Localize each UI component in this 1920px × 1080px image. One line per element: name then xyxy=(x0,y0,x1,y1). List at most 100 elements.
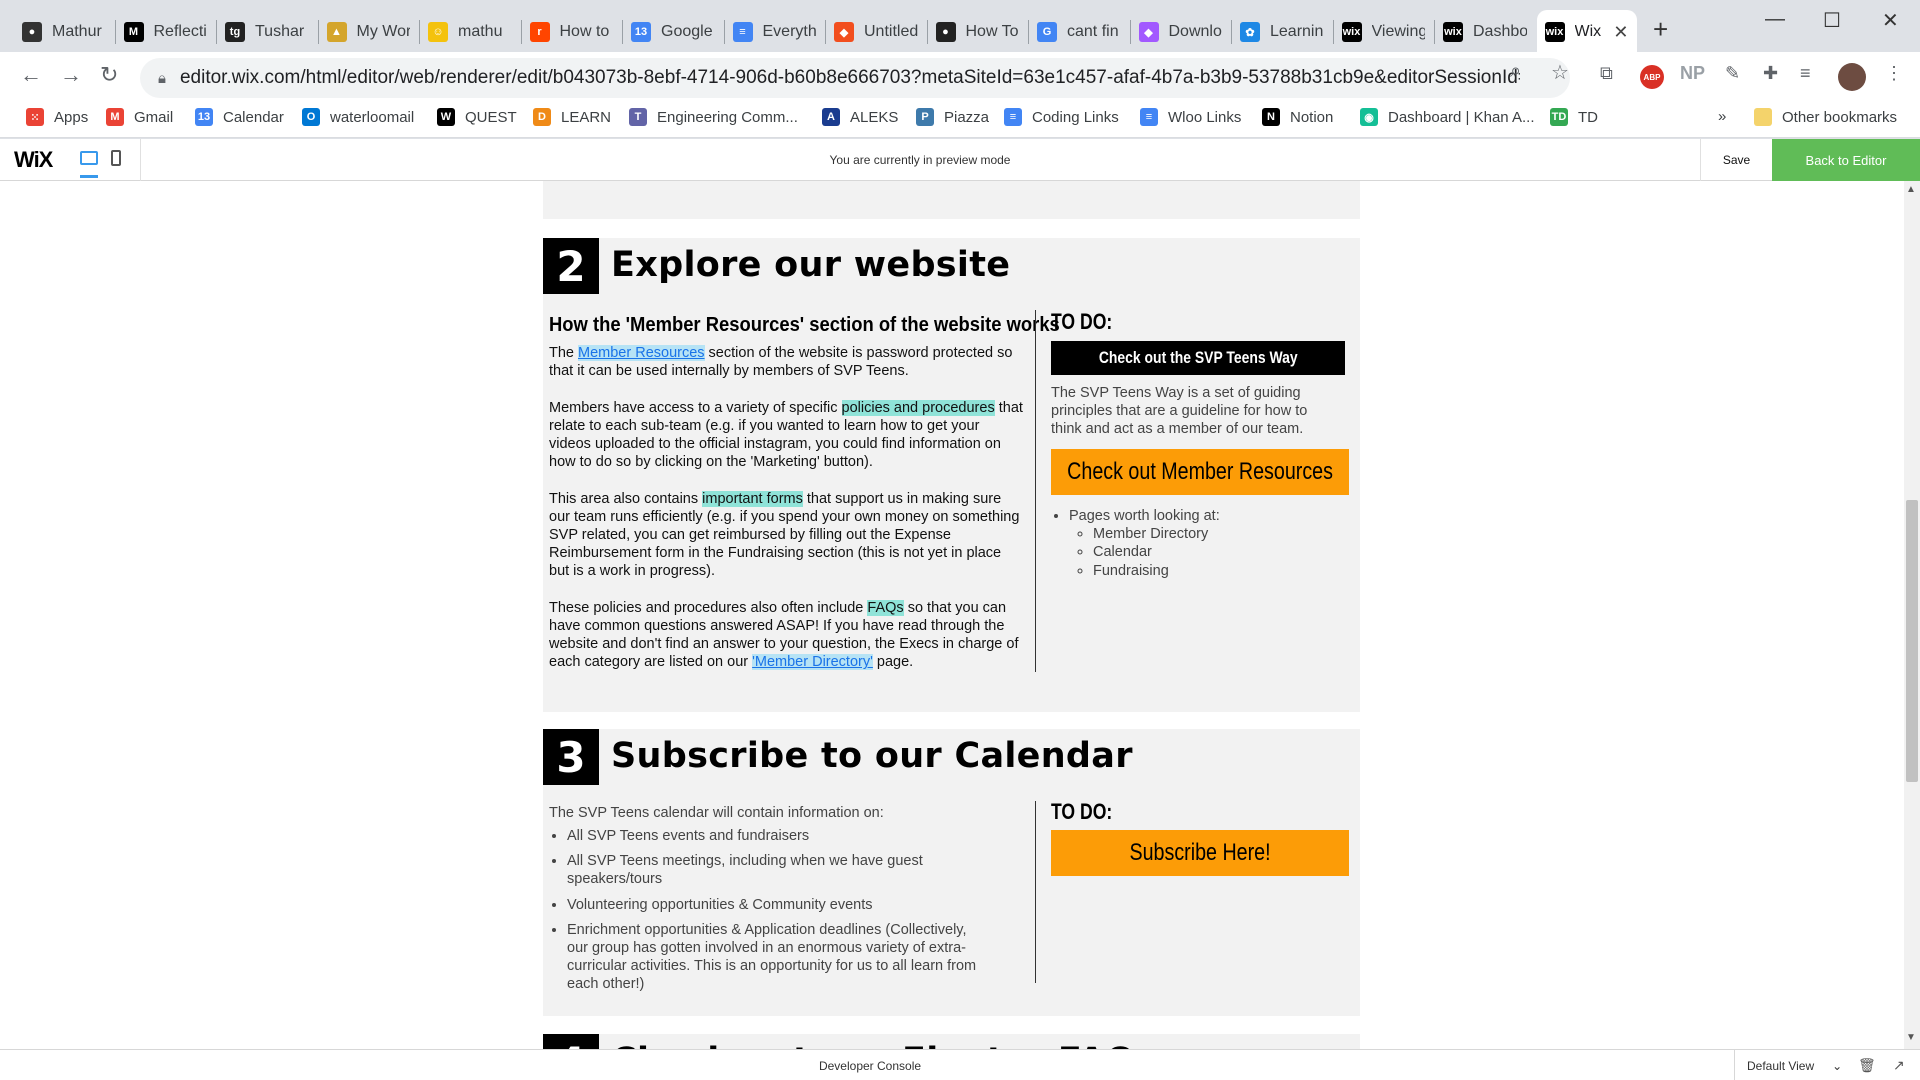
calendar-intro: The SVP Teens calendar will contain info… xyxy=(549,805,884,821)
forward-arrow-icon[interactable]: → xyxy=(60,62,82,88)
outlook-icon: O xyxy=(302,108,320,126)
browser-tab[interactable]: wix Dashbo xyxy=(1435,10,1535,54)
browser-tab[interactable]: wix Wix ✕ xyxy=(1536,10,1637,54)
pen-extension-icon[interactable]: ✎ xyxy=(1725,63,1740,84)
bookmark-star-icon[interactable]: ☆ xyxy=(1551,60,1569,85)
tab-title: Tushar xyxy=(255,23,305,40)
pages-list: Pages worth looking at: Member Directory… xyxy=(1051,507,1351,580)
lock-icon: 🔒︎ xyxy=(158,69,166,87)
browser-tab[interactable]: ✿ Learnin xyxy=(1232,10,1332,54)
learn-icon: D xyxy=(533,108,551,126)
w-icon: W xyxy=(437,108,455,126)
minimize-icon[interactable]: — xyxy=(1765,8,1785,31)
tab-title: Google xyxy=(661,23,713,40)
url-text[interactable]: editor.wix.com/html/editor/web/renderer/… xyxy=(180,67,1520,89)
aleks-icon: A xyxy=(822,108,840,126)
browser-tab[interactable]: ☺ mathu xyxy=(420,10,520,54)
bookmark-item[interactable]: M Gmail xyxy=(106,108,173,126)
svp-teens-way-button[interactable]: Check out the SVP Teens Way xyxy=(1051,341,1345,375)
tab-title: Everythi xyxy=(762,23,817,40)
chrome-menu-icon[interactable]: ⋮ xyxy=(1885,63,1903,84)
divider xyxy=(1035,801,1036,983)
member-directory-link[interactable]: 'Member Directory' xyxy=(752,654,873,671)
bookmark-label: Piazza xyxy=(944,108,990,126)
default-view-dropdown[interactable]: Default View ⌄ xyxy=(1734,1050,1844,1080)
browser-tab[interactable]: 13 Google xyxy=(623,10,723,54)
scroll-down-icon[interactable]: ▼ xyxy=(1906,1032,1916,1043)
bookmark-item[interactable]: D LEARN xyxy=(533,108,611,126)
github-icon: ● xyxy=(935,22,956,42)
browser-tab[interactable]: ● Mathur xyxy=(14,10,114,54)
docs-icon: ≡ xyxy=(1140,108,1158,126)
google-icon: G xyxy=(1037,22,1057,42)
td-icon: TD xyxy=(1550,108,1568,126)
close-window-icon[interactable]: ✕ xyxy=(1882,8,1899,33)
developer-console-toggle[interactable]: Developer Console xyxy=(0,1059,1740,1073)
bookmark-item[interactable]: A ALEKS xyxy=(822,108,898,126)
expand-icon[interactable]: ↗ xyxy=(1893,1057,1905,1074)
bookmark-label: waterloomail xyxy=(330,108,415,126)
member-resources-link[interactable]: Member Resources xyxy=(578,345,705,361)
back-arrow-icon[interactable]: ← xyxy=(20,62,42,88)
browser-tab[interactable]: ▲ My Wor xyxy=(319,10,419,54)
member-resources-button[interactable]: Check out Member Resources xyxy=(1051,449,1349,495)
browser-tab[interactable]: wix Viewing xyxy=(1334,10,1434,54)
docs-icon: ≡ xyxy=(732,22,753,42)
scrollbar-thumb[interactable] xyxy=(1906,500,1918,782)
bookmark-label: Notion xyxy=(1290,108,1334,126)
bookmark-item[interactable]: N Notion xyxy=(1262,108,1333,126)
step-number: 3 xyxy=(543,729,599,785)
browser-tab[interactable]: ◆ Untitled xyxy=(826,10,926,54)
zoom-icon[interactable]: ⌕ xyxy=(1510,60,1521,83)
subscribe-button[interactable]: Subscribe Here! xyxy=(1051,830,1349,876)
browser-tab[interactable]: r How to xyxy=(522,10,622,54)
browser-tab[interactable]: ● How To xyxy=(928,10,1028,54)
new-tab-button[interactable]: + xyxy=(1653,14,1668,45)
list-item: Member Directory xyxy=(1093,525,1351,543)
bookmark-item[interactable]: Owaterloomail xyxy=(302,108,414,126)
maximize-icon[interactable]: ☐ xyxy=(1823,8,1841,33)
browser-tab[interactable]: ◆ Downlo xyxy=(1131,10,1231,54)
adblock-extension-icon[interactable]: ABP xyxy=(1640,65,1664,89)
bookmark-item[interactable]: P Piazza xyxy=(916,108,989,126)
browser-tab[interactable]: M Reflectin xyxy=(116,10,216,54)
bookmark-item[interactable]: ≡ Wloo Links xyxy=(1140,108,1241,126)
bookmark-label: Wloo Links xyxy=(1168,108,1242,126)
media-control-icon[interactable]: ≡ xyxy=(1800,63,1811,84)
developer-bar: Developer Console Default View ⌄ 🗑︎ ↗ xyxy=(0,1049,1920,1080)
bookmark-label: Engineering Comm... xyxy=(657,108,798,126)
bookmark-item[interactable]: ≡ Coding Links xyxy=(1004,108,1119,126)
tab-title: cant fin xyxy=(1067,23,1119,40)
np-extension-icon[interactable]: NP xyxy=(1680,63,1705,84)
reload-icon[interactable]: ↻ xyxy=(100,62,118,88)
step-number: 4 xyxy=(543,1034,599,1049)
address-bar[interactable]: 🔒︎ editor.wix.com/html/editor/web/render… xyxy=(140,58,1570,98)
reddit-icon: r xyxy=(529,22,550,42)
wix-icon: wix xyxy=(1341,22,1362,42)
tab-title: Wix xyxy=(1574,23,1602,40)
extensions-puzzle-icon[interactable]: ✚ xyxy=(1763,63,1778,84)
browser-tab[interactable]: ≡ Everythi xyxy=(725,10,825,54)
close-tab-icon[interactable]: ✕ xyxy=(1613,22,1628,43)
tab-title: Reflectin xyxy=(153,23,208,40)
list-item: Calendar xyxy=(1093,543,1351,561)
trash-icon[interactable]: 🗑︎ xyxy=(1858,1057,1876,1074)
bookmark-item[interactable]: ⁙ Apps xyxy=(26,108,88,126)
back-to-editor-button[interactable]: Back to Editor xyxy=(1772,139,1920,181)
docs-icon: ▲ xyxy=(326,22,347,42)
tab-title: Mathur xyxy=(52,23,102,40)
bookmark-item[interactable]: TD TD xyxy=(1550,108,1598,126)
scroll-up-icon[interactable]: ▲ xyxy=(1906,184,1916,195)
browser-tab[interactable]: tg Tushar xyxy=(217,10,317,54)
todo-label: TO DO: xyxy=(1051,799,1113,824)
profile-avatar[interactable] xyxy=(1838,63,1866,91)
tab-search-icon[interactable]: ⧉ xyxy=(1600,63,1613,84)
other-bookmarks-folder[interactable]: Other bookmarks xyxy=(1754,108,1897,126)
browser-tab[interactable]: Gcant fin xyxy=(1029,10,1129,54)
bookmark-item[interactable]: ◉ Dashboard | Khan A... xyxy=(1360,108,1535,126)
bookmark-item[interactable]: 13 Calendar xyxy=(195,108,284,126)
bookmark-item[interactable]: T Engineering Comm... xyxy=(629,108,798,126)
save-button[interactable]: Save xyxy=(1700,139,1772,181)
bookmark-item[interactable]: W QUEST xyxy=(437,108,517,126)
more-bookmarks-button[interactable]: » xyxy=(1718,108,1726,125)
